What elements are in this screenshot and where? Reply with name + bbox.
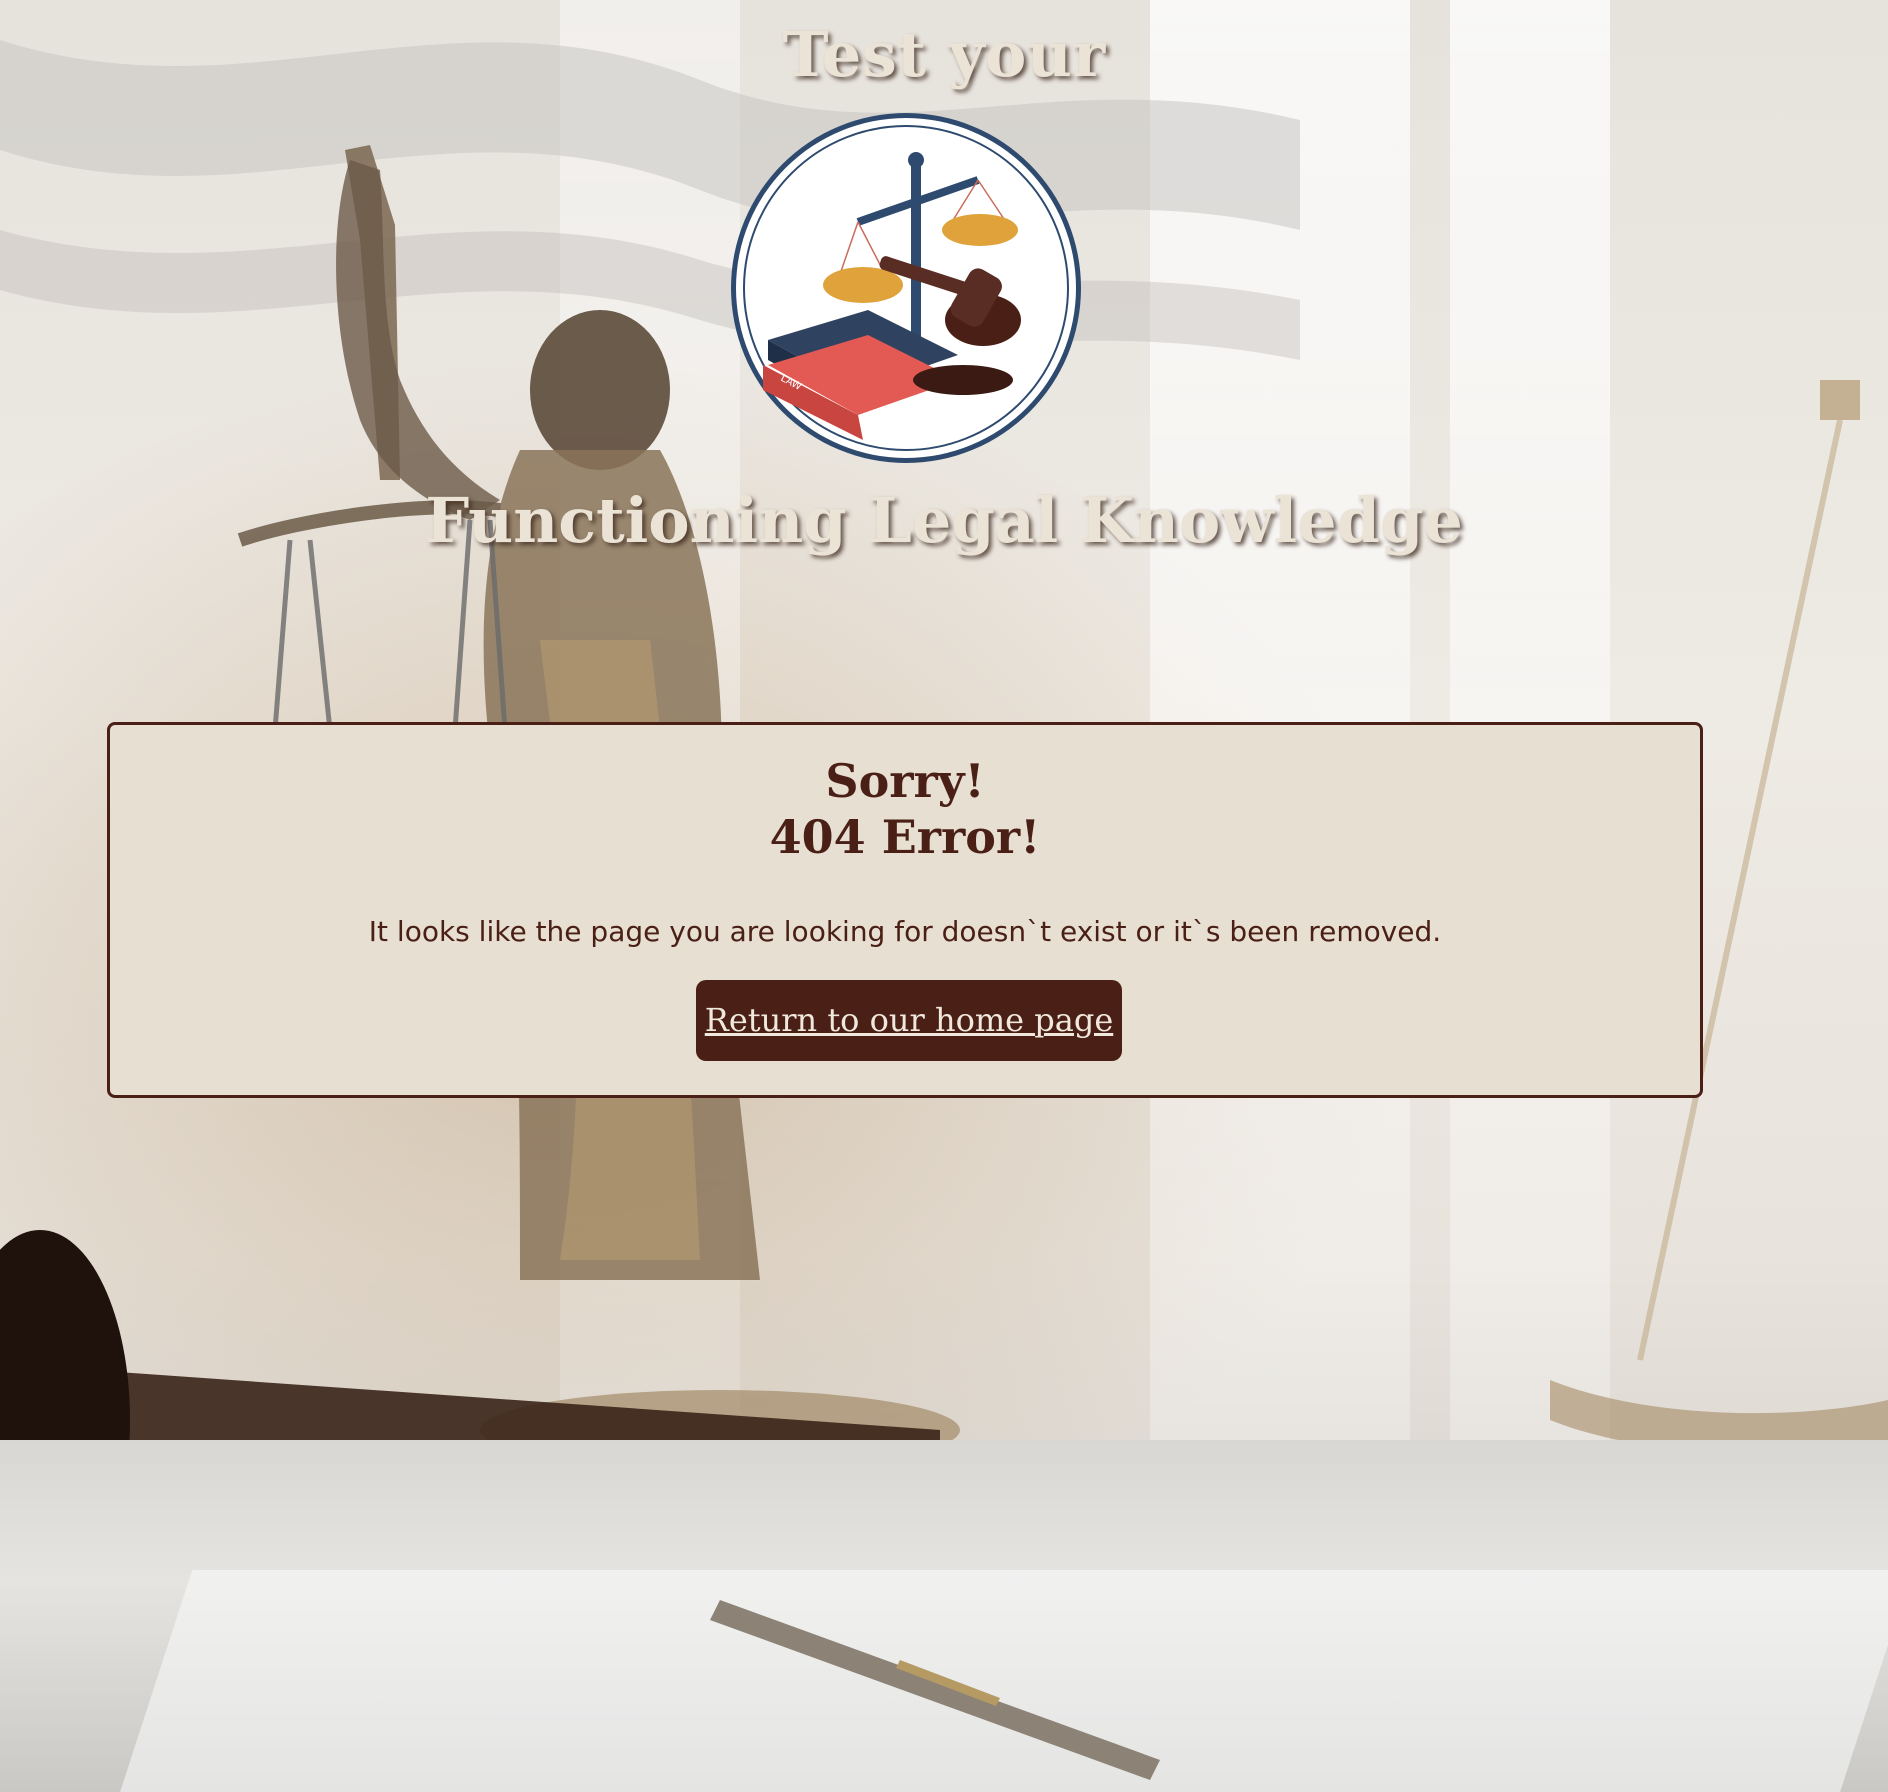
site-title-bottom: Functioning Legal Knowledge — [425, 484, 1463, 557]
error-heading: Sorry! 404 Error! — [110, 753, 1700, 865]
error-sorry: Sorry! — [825, 754, 985, 808]
pen-icon — [710, 1600, 1160, 1780]
site-title-top: Test your — [782, 18, 1106, 91]
scales-of-justice-logo-icon: LAW — [731, 113, 1081, 463]
return-home-button[interactable]: Return to our home page — [696, 980, 1122, 1061]
error-message: It looks like the page you are looking f… — [368, 915, 1442, 948]
error-card: Sorry! 404 Error! It looks like the page… — [107, 722, 1703, 1098]
error-code: 404 Error! — [769, 810, 1041, 864]
